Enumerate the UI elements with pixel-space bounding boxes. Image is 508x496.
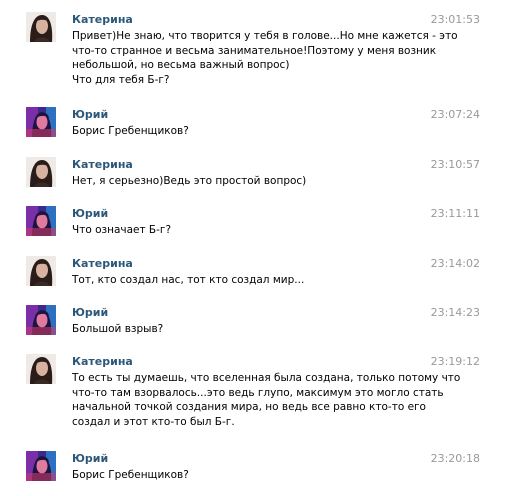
- message-timestamp: 23:20:18: [430, 452, 480, 465]
- message-text-line: начальной точкой создания мира, но ведь …: [72, 401, 426, 414]
- message-text-line: что-то странное и весьма занимательное!П…: [72, 44, 437, 57]
- message-text-line: Что для тебя Б-г?: [72, 74, 170, 87]
- message-text: Борис Гребенщиков?: [72, 468, 432, 483]
- author-name[interactable]: Юрий: [72, 306, 108, 319]
- message-timestamp: 23:19:12: [430, 355, 480, 368]
- author-name[interactable]: Катерина: [72, 355, 133, 368]
- author-name[interactable]: Катерина: [72, 13, 133, 26]
- message-text-line: Что означает Б-г?: [72, 224, 172, 236]
- message-text: Нет, я серьезно)Ведь это простой вопрос): [72, 174, 432, 189]
- avatar-katerina[interactable]: [26, 354, 56, 384]
- message-text-line: Тот, кто создал нас, тот кто создал мир.…: [72, 274, 305, 286]
- message-timestamp: 23:14:02: [430, 257, 480, 270]
- avatar-yuriy[interactable]: [26, 107, 56, 137]
- avatar-yuriy[interactable]: [26, 206, 56, 236]
- avatar-katerina[interactable]: [26, 157, 56, 187]
- author-name[interactable]: Катерина: [72, 257, 133, 270]
- message-timestamp: 23:14:23: [430, 306, 480, 319]
- avatar-katerina[interactable]: [26, 12, 56, 42]
- message-text: Привет)Не знаю, что творится у тебя в го…: [72, 29, 458, 88]
- message-text-line: Привет)Не знаю, что творится у тебя в го…: [72, 30, 458, 42]
- avatar-yuriy[interactable]: [26, 305, 56, 335]
- message-timestamp: 23:07:24: [430, 108, 480, 121]
- message-text: Борис Гребенщиков?: [72, 124, 432, 139]
- message-text: То есть ты думаешь, что вселенная была с…: [72, 371, 461, 430]
- message-timestamp: 23:01:53: [430, 13, 480, 26]
- message-text: Тот, кто создал нас, тот кто создал мир.…: [72, 273, 432, 288]
- avatar-yuriy[interactable]: [26, 451, 56, 481]
- author-name[interactable]: Катерина: [72, 158, 133, 171]
- message-text-line: что-то там взорвалось...это ведь глупо, …: [72, 386, 444, 399]
- message-text-line: Нет, я серьезно)Ведь это простой вопрос): [72, 175, 307, 187]
- avatar-katerina[interactable]: [26, 256, 56, 286]
- author-name[interactable]: Юрий: [72, 452, 108, 465]
- message-text-line: создал и этот кто-то был Б-г.: [72, 416, 235, 429]
- author-name[interactable]: Юрий: [72, 108, 108, 121]
- message-text-line: Борис Гребенщиков?: [72, 469, 189, 481]
- message-text-line: Большой взрыв?: [72, 323, 164, 335]
- message-text-line: небольшой, но весьма важный вопрос): [72, 59, 290, 72]
- author-name[interactable]: Юрий: [72, 207, 108, 220]
- message-timestamp: 23:10:57: [430, 158, 480, 171]
- message-text-line: Борис Гребенщиков?: [72, 125, 189, 137]
- message-text: Большой взрыв?: [72, 322, 432, 337]
- message-text-line: То есть ты думаешь, что вселенная была с…: [72, 372, 461, 384]
- message-text: Что означает Б-г?: [72, 223, 432, 238]
- message-timestamp: 23:11:11: [430, 207, 480, 220]
